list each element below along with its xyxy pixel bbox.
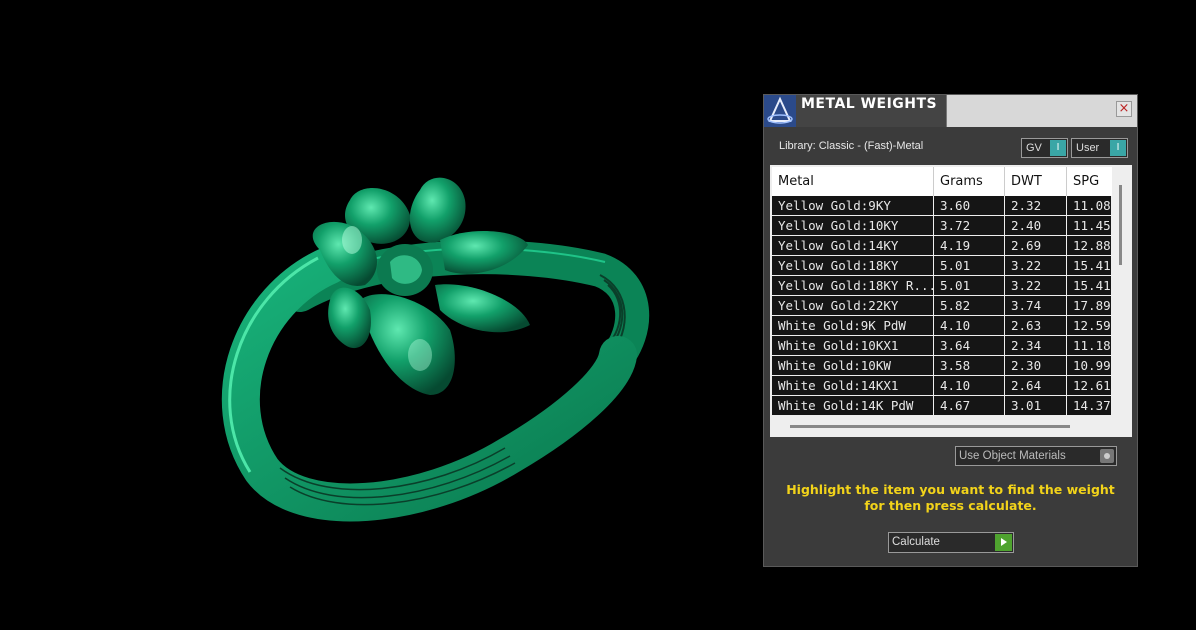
cell-grams: 3.64 [934, 336, 1004, 355]
cell-grams: 4.10 [934, 316, 1004, 335]
cell-grams: 5.01 [934, 276, 1004, 295]
user-toggle[interactable]: User I [1071, 138, 1128, 158]
3d-viewport[interactable] [0, 0, 760, 630]
gv-toggle-label: GV [1026, 142, 1042, 154]
cell-dwt: 3.01 [1005, 396, 1066, 415]
horizontal-scrollbar[interactable] [790, 425, 1070, 428]
cell-spg: 15.41 [1067, 276, 1111, 295]
table-row[interactable]: White Gold:10KW 3.58 2.30 10.99 [772, 356, 1112, 375]
table-row[interactable]: Yellow Gold:22KY 5.82 3.74 17.89 [772, 296, 1112, 315]
cell-metal: White Gold:9K PdW [772, 316, 933, 335]
cell-metal: White Gold:14K PdW [772, 396, 933, 415]
cell-dwt: 2.69 [1005, 236, 1066, 255]
panel-title: METAL WEIGHTS [801, 96, 938, 112]
column-header-metal[interactable]: Metal [772, 167, 934, 196]
cell-spg: 12.88 [1067, 236, 1111, 255]
cell-dwt: 3.22 [1005, 276, 1066, 295]
cell-spg: 11.08 [1067, 196, 1111, 215]
cell-dwt: 2.63 [1005, 316, 1066, 335]
user-toggle-label: User [1076, 142, 1100, 154]
vertical-scrollbar[interactable] [1119, 185, 1122, 265]
toggle-knob-icon: I [1110, 140, 1126, 156]
cell-metal: Yellow Gold:14KY [772, 236, 933, 255]
calculate-button[interactable]: Calculate [888, 532, 1014, 553]
metal-weights-panel: METAL WEIGHTS × Library: Classic - (Fast… [763, 94, 1138, 567]
table-header: Metal Grams DWT SPG [772, 167, 1112, 196]
cell-spg: 17.89 [1067, 296, 1111, 315]
cell-spg: 11.45 [1067, 216, 1111, 235]
cell-metal: White Gold:14KX1 [772, 376, 933, 395]
cell-grams: 3.58 [934, 356, 1004, 375]
material-picker-icon[interactable] [1100, 449, 1114, 463]
calculate-label: Calculate [892, 536, 940, 548]
table-row[interactable]: Yellow Gold:14KY 4.19 2.69 12.88 [772, 236, 1112, 255]
cell-dwt: 2.34 [1005, 336, 1066, 355]
toggle-knob-icon: I [1050, 140, 1066, 156]
cell-spg: 10.99 [1067, 356, 1111, 375]
cell-grams: 4.10 [934, 376, 1004, 395]
cell-spg: 15.41 [1067, 256, 1111, 275]
metal-table: Metal Grams DWT SPG Yellow Gold:9KY 3.60 2… [770, 165, 1132, 437]
cell-metal: White Gold:10KW [772, 356, 933, 375]
table-row[interactable]: Yellow Gold:18KY 5.01 3.22 15.41 [772, 256, 1112, 275]
cell-grams: 5.82 [934, 296, 1004, 315]
instruction-text: Highlight the item you want to find the … [774, 482, 1127, 514]
cell-metal: Yellow Gold:10KY [772, 216, 933, 235]
cell-grams: 3.60 [934, 196, 1004, 215]
cell-metal: Yellow Gold:9KY [772, 196, 933, 215]
titlebar-fill [947, 95, 1137, 127]
table-body: Yellow Gold:9KY 3.60 2.32 11.08 Yellow Gold:… [772, 196, 1112, 416]
use-object-materials-label: Use Object Materials [959, 450, 1066, 462]
cell-metal: Yellow Gold:18KY R... [772, 276, 933, 295]
table-row[interactable]: Yellow Gold:9KY 3.60 2.32 11.08 [772, 196, 1112, 215]
table-row[interactable]: Yellow Gold:10KY 3.72 2.40 11.45 [772, 216, 1112, 235]
cell-spg: 14.37 [1067, 396, 1111, 415]
table-row[interactable]: White Gold:10KX1 3.64 2.34 11.18 [772, 336, 1112, 355]
instruction-line-1: Highlight the item you want to find the … [786, 482, 1115, 497]
cell-metal: Yellow Gold:18KY [772, 256, 933, 275]
cell-dwt: 3.22 [1005, 256, 1066, 275]
cell-metal: Yellow Gold:22KY [772, 296, 933, 315]
cell-spg: 12.59 [1067, 316, 1111, 335]
column-header-dwt[interactable]: DWT [1005, 167, 1067, 196]
instruction-line-2: for then press calculate. [864, 498, 1037, 513]
app-logo-icon [764, 95, 796, 127]
ring-model[interactable] [0, 0, 760, 630]
cell-dwt: 2.64 [1005, 376, 1066, 395]
table-row[interactable]: White Gold:14KX1 4.10 2.64 12.61 [772, 376, 1112, 395]
table-row[interactable]: White Gold:9K PdW 4.10 2.63 12.59 [772, 316, 1112, 335]
cell-spg: 11.18 [1067, 336, 1111, 355]
play-icon[interactable] [995, 534, 1012, 551]
table-row[interactable]: Yellow Gold:18KY R... 5.01 3.22 15.41 [772, 276, 1112, 295]
cell-dwt: 2.40 [1005, 216, 1066, 235]
cell-dwt: 2.30 [1005, 356, 1066, 375]
column-header-spg[interactable]: SPG [1067, 167, 1112, 196]
cell-dwt: 3.74 [1005, 296, 1066, 315]
table-row[interactable]: White Gold:14K PdW 4.67 3.01 14.37 [772, 396, 1112, 415]
use-object-materials-field[interactable]: Use Object Materials [955, 446, 1117, 466]
cell-spg: 12.61 [1067, 376, 1111, 395]
gv-toggle[interactable]: GV I [1021, 138, 1068, 158]
close-icon[interactable]: × [1116, 101, 1132, 117]
panel-titlebar[interactable]: METAL WEIGHTS × [764, 95, 1137, 127]
cell-grams: 4.67 [934, 396, 1004, 415]
cell-dwt: 2.32 [1005, 196, 1066, 215]
cell-grams: 5.01 [934, 256, 1004, 275]
cell-grams: 3.72 [934, 216, 1004, 235]
library-label: Library: Classic - (Fast)-Metal [779, 140, 924, 152]
cell-metal: White Gold:10KX1 [772, 336, 933, 355]
column-header-grams[interactable]: Grams [934, 167, 1005, 196]
cell-grams: 4.19 [934, 236, 1004, 255]
